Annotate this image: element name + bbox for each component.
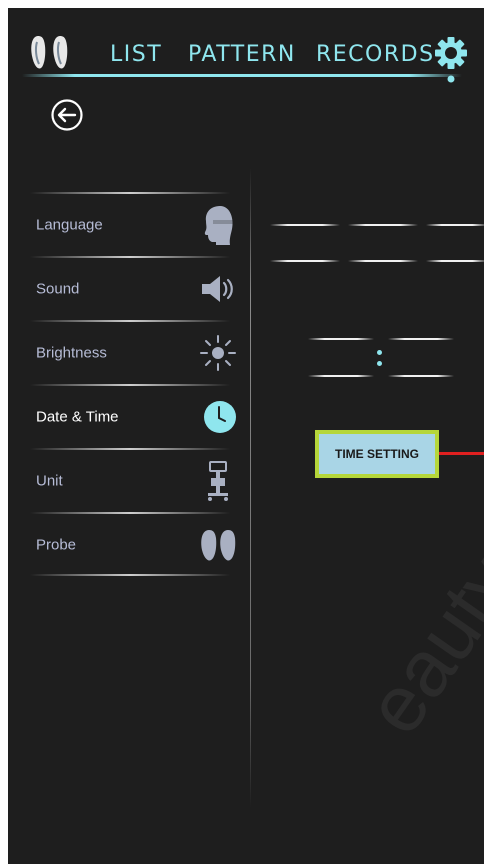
head-silhouette-icon xyxy=(204,206,233,245)
sidebar-divider xyxy=(250,168,251,808)
tab-records[interactable]: RECORDS xyxy=(316,42,435,67)
time-setting-callout: TIME SETTING xyxy=(315,430,439,478)
sidebar-item-label: Date & Time xyxy=(36,408,119,426)
sidebar-item-brightness[interactable]: Brightness xyxy=(30,324,240,382)
sidebar-item-label: Unit xyxy=(36,472,63,490)
sidebar-item-probe[interactable]: Probe xyxy=(30,516,240,574)
date-digit-placeholder[interactable] xyxy=(426,224,484,226)
menu-separator xyxy=(30,448,230,450)
clock-icon xyxy=(204,401,236,433)
speaker-icon xyxy=(202,276,233,302)
date-digit-placeholder[interactable] xyxy=(348,260,418,262)
sidebar-item-label: Language xyxy=(36,216,103,234)
gear-icon[interactable] xyxy=(434,36,468,86)
time-digit-placeholder[interactable] xyxy=(308,375,374,377)
back-arrow-icon[interactable] xyxy=(50,98,84,132)
time-colon xyxy=(377,361,382,366)
settings-screen: LIST PATTERN RECORDS Language Sound Brig… xyxy=(8,8,484,864)
menu-separator xyxy=(30,574,230,576)
sun-icon xyxy=(200,335,236,371)
time-digit-placeholder[interactable] xyxy=(388,375,454,377)
date-digit-placeholder[interactable] xyxy=(348,224,418,226)
sidebar-item-language[interactable]: Language xyxy=(30,196,240,254)
sidebar-item-label: Sound xyxy=(36,280,80,298)
sidebar-item-sound[interactable]: Sound xyxy=(30,260,240,318)
time-colon xyxy=(377,350,382,355)
tab-pattern[interactable]: PATTERN xyxy=(188,42,296,67)
menu-separator xyxy=(30,384,230,386)
device-cart-icon xyxy=(208,461,228,501)
date-digit-placeholder[interactable] xyxy=(270,224,340,226)
sidebar-item-label: Brightness xyxy=(36,344,107,362)
sidebar-item-date-time[interactable]: Date & Time xyxy=(30,388,240,446)
sidebar-item-unit[interactable]: Unit xyxy=(30,452,240,510)
tab-list[interactable]: LIST xyxy=(110,42,162,67)
menu-separator xyxy=(30,192,230,194)
date-digit-placeholder[interactable] xyxy=(270,260,340,262)
callout-pointer-line xyxy=(439,452,484,455)
time-digit-placeholder[interactable] xyxy=(388,338,454,340)
time-digit-placeholder[interactable] xyxy=(308,338,374,340)
watermark: eauty xyxy=(348,538,484,750)
menu-separator xyxy=(30,512,230,514)
header-underline xyxy=(22,74,462,77)
sidebar-item-label: Probe xyxy=(36,536,77,554)
menu-separator xyxy=(30,256,230,258)
date-digit-placeholder[interactable] xyxy=(426,260,484,262)
callout-label: TIME SETTING xyxy=(335,447,419,461)
menu-separator xyxy=(30,320,230,322)
probes-icon xyxy=(201,530,236,561)
probe-logo-icon[interactable] xyxy=(28,32,72,72)
